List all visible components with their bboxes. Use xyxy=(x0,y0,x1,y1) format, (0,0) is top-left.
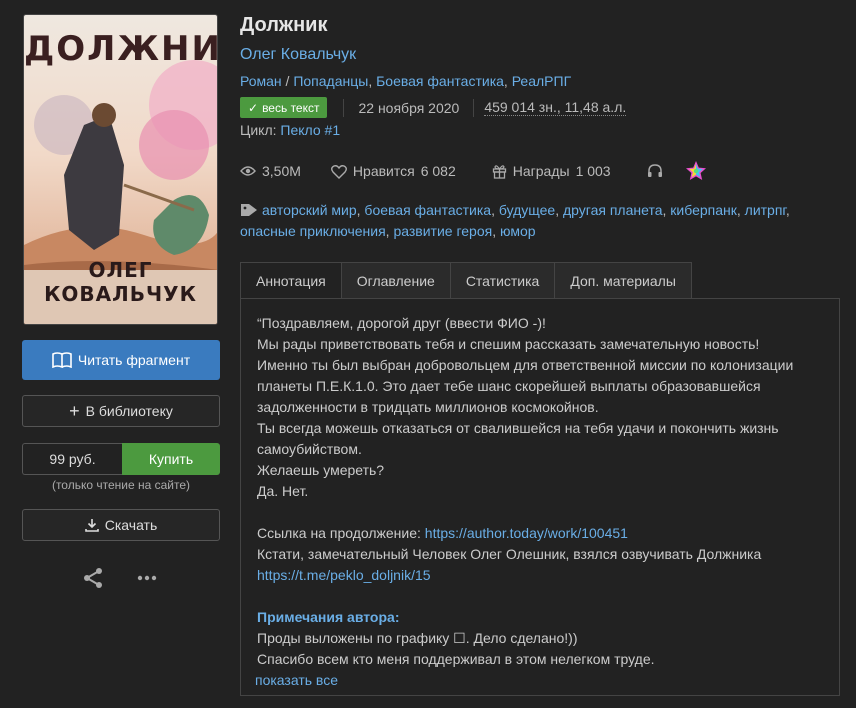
continuation: Ссылка на продолжение: https://author.to… xyxy=(257,525,628,541)
read-fragment-label: Читать фрагмент xyxy=(77,352,191,368)
tags: авторский мир, боевая фантастика, будуще… xyxy=(240,202,790,239)
tag-link[interactable]: будущее xyxy=(499,202,555,218)
cycle: Цикл: Пекло #1 xyxy=(240,122,340,138)
download-icon xyxy=(84,519,99,532)
share-icon[interactable] xyxy=(82,567,104,589)
check-icon: ✓ xyxy=(248,100,259,115)
genre-link[interactable]: Боевая фантастика xyxy=(376,73,504,89)
book-tabs: Аннотация Оглавление Статистика Доп. мат… xyxy=(240,262,692,299)
narrator-link[interactable]: https://t.me/peklo_doljnik/15 xyxy=(257,567,431,583)
author-note-line: Проды выложены по графику ☐. Дело сделан… xyxy=(257,630,578,646)
likes-stat[interactable]: Нравится 6 082 xyxy=(330,163,456,179)
author-notes-heading: Примечания автора: xyxy=(257,609,400,625)
tag-link[interactable]: киберпанк xyxy=(670,202,737,218)
download-label: Скачать xyxy=(104,517,158,533)
author-note-line: Спасибо всем кто меня поддерживал в этом… xyxy=(257,651,655,667)
annotation-line: Да. Нет. xyxy=(257,483,309,499)
book-title: Должник xyxy=(240,14,328,36)
tab-extra-materials[interactable]: Доп. материалы xyxy=(555,262,692,299)
genres: Роман / Попаданцы, Боевая фантастика, Ре… xyxy=(240,73,572,89)
tag-link[interactable]: развитие героя xyxy=(393,223,492,239)
buy-note: (только чтение на сайте) xyxy=(51,478,191,492)
plus-icon: + xyxy=(69,401,80,421)
eye-icon xyxy=(240,166,256,176)
tab-annotation[interactable]: Аннотация xyxy=(240,262,342,299)
more-options-icon[interactable] xyxy=(136,567,158,589)
show-all-link[interactable]: показать все xyxy=(255,672,338,688)
purchase-group: 99 руб. Купить xyxy=(22,443,220,475)
annotation-panel: “Поздравляем, дорогой друг (ввести ФИО -… xyxy=(240,298,840,696)
annotation-line: Именно ты был выбран добровольцем для от… xyxy=(257,357,794,415)
tag-link[interactable]: юмор xyxy=(500,223,536,239)
cover-title: ДОЛЖНИК xyxy=(24,29,217,69)
awards-stat[interactable]: Награды 1 003 xyxy=(492,163,611,179)
tag-icon xyxy=(241,204,257,216)
audio-icon[interactable] xyxy=(647,164,663,178)
add-to-library-button[interactable]: + В библиотеку xyxy=(22,395,220,427)
author-link[interactable]: Олег Ковальчук xyxy=(240,46,356,64)
tab-contents[interactable]: Оглавление xyxy=(341,262,451,299)
annotation-line: Желаешь умереть? xyxy=(257,462,385,478)
tag-link[interactable]: другая планета xyxy=(563,202,662,218)
cycle-link[interactable]: Пекло #1 xyxy=(280,122,340,138)
price: 99 руб. xyxy=(22,443,122,475)
divider xyxy=(473,98,475,117)
views-stat: 3,50M xyxy=(240,163,301,179)
genre-link[interactable]: Попаданцы xyxy=(293,73,368,89)
genre-link[interactable]: Роман xyxy=(240,73,282,89)
cover-author: ОЛЕГ КОВАЛЬЧУК xyxy=(44,258,197,306)
download-button[interactable]: Скачать xyxy=(22,509,220,541)
cycle-label: Цикл: xyxy=(240,122,277,138)
book-meta: ✓ весь текст 22 ноября 2020 459 014 зн.,… xyxy=(240,97,627,118)
annotation-line: Ты всегда можешь отказаться от свалившей… xyxy=(257,420,779,457)
annotation-line: Мы рады приветствовать тебя и спешим рас… xyxy=(257,336,760,352)
annotation-line: “Поздравляем, дорогой друг (ввести ФИО -… xyxy=(257,315,546,331)
narrator-text: Кстати, замечательный Человек Олег Олешн… xyxy=(257,546,762,562)
heart-icon xyxy=(330,164,347,179)
gift-icon xyxy=(492,164,506,179)
continuation-link[interactable]: https://author.today/work/100451 xyxy=(425,525,628,541)
read-fragment-button[interactable]: Читать фрагмент xyxy=(22,340,220,380)
stats-row: 3,50M Нравится 6 082 Награды 1 003 xyxy=(240,160,707,182)
book-size[interactable]: 459 014 зн., 11,48 а.л. xyxy=(484,99,627,116)
tag-link[interactable]: литрпг xyxy=(745,202,786,218)
add-to-library-label: В библиотеку xyxy=(85,403,173,419)
book-cover[interactable]: ДОЛЖНИК ОЛЕГ КОВАЛЬЧУК xyxy=(23,14,218,325)
tag-link[interactable]: авторский мир xyxy=(262,202,357,218)
tag-link[interactable]: боевая фантастика xyxy=(364,202,491,218)
publish-date: 22 ноября 2020 xyxy=(358,99,460,116)
divider xyxy=(343,98,345,117)
book-open-icon xyxy=(52,352,72,368)
genre-link[interactable]: РеалРПГ xyxy=(512,73,571,89)
rainbow-star-icon[interactable] xyxy=(685,160,707,182)
tab-statistics[interactable]: Статистика xyxy=(450,262,556,299)
tag-link[interactable]: опасные приключения xyxy=(240,223,386,239)
narrator: https://t.me/peklo_doljnik/15 xyxy=(257,565,823,586)
buy-button[interactable]: Купить xyxy=(122,443,220,475)
status-badge: ✓ весь текст xyxy=(240,97,328,118)
